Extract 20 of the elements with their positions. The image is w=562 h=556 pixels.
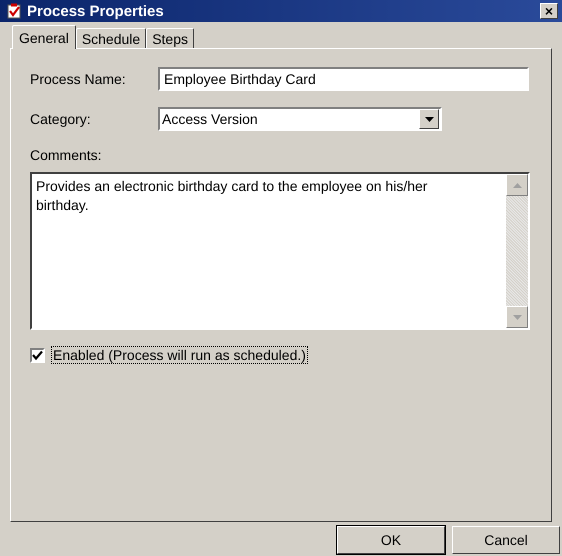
- comments-field[interactable]: Provides an electronic birthday card to the employee on his/her birthday.: [30, 172, 530, 330]
- field-label: Category:: [30, 111, 92, 127]
- scroll-down-icon: [512, 314, 522, 320]
- checklist-icon: [6, 3, 22, 19]
- tab[interactable]: General: [12, 25, 76, 49]
- ok-button[interactable]: OK: [337, 526, 445, 554]
- field-label: Comments:: [30, 147, 103, 163]
- cancel-button[interactable]: Cancel: [452, 526, 560, 554]
- scrollbar[interactable]: [506, 174, 528, 328]
- window-title: Process Properties: [27, 2, 165, 20]
- process-name-field[interactable]: Employee Birthday Card: [158, 67, 529, 91]
- tab[interactable]: Schedule: [76, 28, 146, 48]
- field-label: Process Name:: [30, 71, 127, 87]
- dropdown-arrow-icon: [424, 116, 434, 122]
- enabled-checkbox[interactable]: [30, 348, 45, 362]
- category-dropdown[interactable]: Access Version: [158, 107, 442, 131]
- tab[interactable]: Steps: [146, 28, 194, 48]
- close-button[interactable]: ×: [540, 3, 558, 19]
- checkbox-label[interactable]: Enabled (Process will run as scheduled.): [51, 346, 308, 364]
- scroll-up-icon: [512, 182, 522, 188]
